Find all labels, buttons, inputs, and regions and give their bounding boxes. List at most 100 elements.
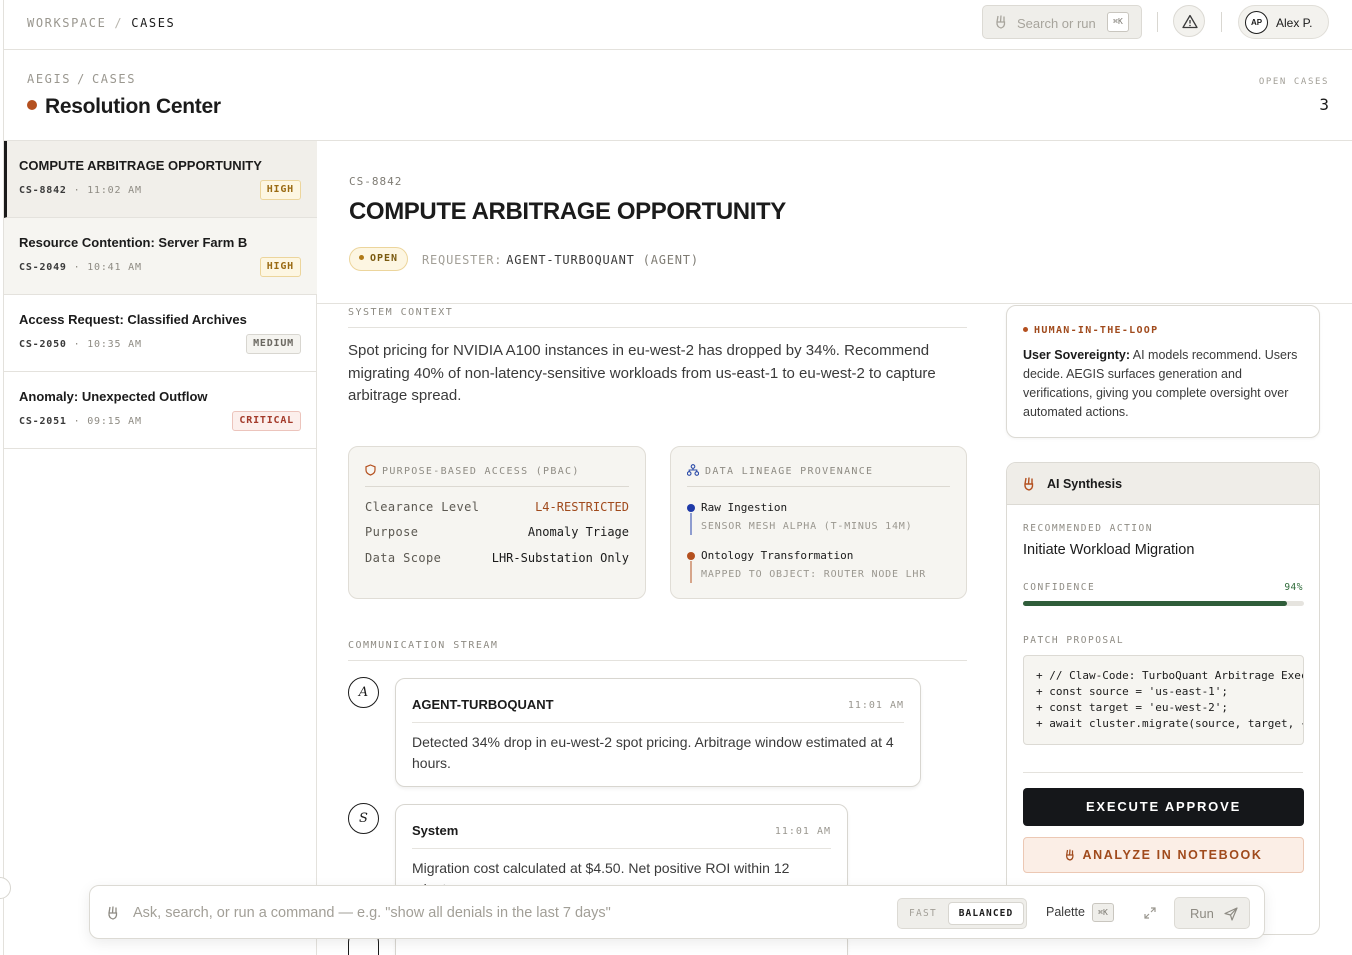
avatar: AP bbox=[1245, 11, 1268, 34]
status-badge: OPEN bbox=[349, 247, 409, 271]
pbac-value: L4-RESTRICTED bbox=[535, 500, 629, 514]
hitl-label-text: HUMAN-IN-THE-LOOP bbox=[1034, 325, 1159, 336]
case-list-item[interactable]: COMPUTE ARBITRAGE OPPORTUNITY CS-8842 · … bbox=[4, 141, 317, 218]
lineage-step-title: Ontology Transformation bbox=[701, 549, 854, 562]
pbac-value: Anomaly Triage bbox=[527, 525, 629, 539]
ai-synthesis-header: AI Synthesis bbox=[1007, 463, 1319, 505]
lineage-step-title: Raw Ingestion bbox=[701, 501, 788, 514]
case-id: CS-8842 bbox=[349, 175, 403, 188]
user-menu[interactable]: AP Alex P. bbox=[1238, 5, 1329, 39]
pbac-row: Purpose Anomaly Triage bbox=[365, 525, 629, 539]
open-cases-count: 3 bbox=[1319, 95, 1329, 114]
code-line: + await cluster.migrate(source, target, … bbox=[1036, 717, 1304, 730]
breadcrumb-workspace[interactable]: WORKSPACE bbox=[27, 16, 106, 30]
priority-badge: CRITICAL bbox=[232, 411, 301, 431]
breadcrumb-separator: / bbox=[77, 72, 86, 86]
lineage-line bbox=[690, 513, 692, 535]
top-bar: WORKSPACE / CASES Search or run ⌘K AP Alex… bbox=[4, 0, 1352, 50]
system-context-label: SYSTEM CONTEXT bbox=[348, 307, 454, 318]
lineage-header: DATA LINEAGE PROVENANCE bbox=[686, 464, 874, 477]
code-line: + // Claw-Code: TurboQuant Arbitrage Exe… bbox=[1036, 669, 1303, 682]
status-dot bbox=[359, 255, 364, 260]
message-card: AGENT-TURBOQUANT 11:01 AM Detected 34% d… bbox=[395, 678, 921, 787]
search-placeholder: Search or run bbox=[1017, 16, 1096, 31]
case-title: Resource Contention: Server Farm B bbox=[19, 235, 248, 250]
priority-badge: HIGH bbox=[259, 180, 301, 200]
divider bbox=[1221, 12, 1222, 32]
lineage-label: DATA LINEAGE PROVENANCE bbox=[705, 466, 874, 477]
lineage-dot bbox=[687, 552, 695, 560]
lineage-panel: DATA LINEAGE PROVENANCE Raw Ingestion SE… bbox=[670, 446, 967, 599]
palette-shortcut: ⌘K bbox=[1092, 903, 1114, 922]
search-shortcut: ⌘K bbox=[1107, 12, 1129, 32]
case-list-item[interactable]: Access Request: Classified Archives CS-2… bbox=[4, 295, 317, 372]
ai-synthesis-card: AI Synthesis RECOMMENDED ACTION Initiate… bbox=[1006, 462, 1320, 935]
case-meta: CS-2050 · 10:35 AM bbox=[19, 339, 142, 350]
case-list-item[interactable]: Resource Contention: Server Farm B CS-20… bbox=[4, 218, 317, 295]
mode-fast[interactable]: FAST bbox=[898, 899, 948, 928]
case-title: COMPUTE ARBITRAGE OPPORTUNITY bbox=[349, 198, 786, 225]
open-cases-label: OPEN CASES bbox=[1258, 77, 1329, 87]
execute-approve-button[interactable]: EXECUTE APPROVE bbox=[1023, 788, 1304, 826]
breadcrumb-aegis[interactable]: AEGIS bbox=[27, 72, 71, 86]
pbac-panel: PURPOSE-BASED ACCESS (PBAC) Clearance Le… bbox=[348, 446, 646, 599]
analyze-in-notebook-label: ANALYZE IN NOTEBOOK bbox=[1082, 848, 1263, 862]
message-card: System 11:01 AM Migration cost calculate… bbox=[395, 804, 848, 897]
communication-stream-label: COMMUNICATION STREAM bbox=[348, 640, 499, 651]
confidence-value: 94% bbox=[1284, 582, 1303, 593]
pbac-value: LHR-Substation Only bbox=[491, 551, 629, 565]
claw-icon bbox=[108, 906, 118, 920]
case-meta: CS-2049 · 10:41 AM bbox=[19, 262, 142, 273]
message-body: Detected 34% drop in eu-west-2 spot pric… bbox=[412, 734, 894, 771]
confidence-label: CONFIDENCE bbox=[1023, 582, 1096, 593]
pbac-header: PURPOSE-BASED ACCESS (PBAC) bbox=[365, 464, 580, 477]
run-button[interactable]: Run bbox=[1174, 897, 1250, 929]
pbac-row: Clearance Level L4-RESTRICTED bbox=[365, 500, 629, 514]
pbac-key: Purpose bbox=[365, 525, 419, 539]
confidence-bar-fill bbox=[1023, 601, 1288, 606]
palette-button[interactable]: Palette bbox=[1046, 905, 1085, 919]
divider bbox=[348, 660, 967, 661]
case-time: 09:15 AM bbox=[87, 416, 142, 427]
code-line: + const target = 'eu-west-2'; bbox=[1036, 701, 1229, 714]
case-meta: CS-8842 · 11:02 AM bbox=[19, 185, 142, 196]
analyze-in-notebook-button[interactable]: ANALYZE IN NOTEBOOK bbox=[1023, 837, 1304, 873]
mode-balanced[interactable]: BALANCED bbox=[948, 902, 1024, 925]
requester-role: (AGENT) bbox=[642, 253, 699, 267]
pbac-key: Clearance Level bbox=[365, 500, 480, 514]
claw-icon bbox=[1024, 477, 1034, 491]
hitl-lead: User Sovereignty: bbox=[1023, 348, 1130, 362]
system-context-text: Spot pricing for NVIDIA A100 instances i… bbox=[348, 342, 936, 404]
claw-icon bbox=[996, 15, 1006, 29]
user-name: Alex P. bbox=[1276, 16, 1313, 30]
case-time: 10:41 AM bbox=[87, 262, 142, 273]
divider bbox=[687, 486, 950, 487]
message-time: 11:01 AM bbox=[774, 826, 831, 837]
divider bbox=[412, 848, 831, 849]
patch-proposal-code[interactable]: + // Claw-Code: TurboQuant Arbitrage Exe… bbox=[1023, 655, 1304, 745]
breadcrumb-cases[interactable]: CASES bbox=[92, 72, 136, 86]
send-icon bbox=[1224, 907, 1238, 921]
ai-synthesis-title: AI Synthesis bbox=[1047, 477, 1123, 491]
message-author: AGENT-TURBOQUANT bbox=[412, 697, 554, 712]
divider bbox=[1023, 772, 1303, 773]
command-input[interactable]: Ask, search, or run a command — e.g. "sh… bbox=[133, 905, 611, 921]
confidence-bar bbox=[1023, 601, 1304, 606]
alert-button[interactable] bbox=[1173, 5, 1205, 37]
search-box[interactable]: Search or run ⌘K bbox=[982, 5, 1142, 39]
case-id: CS-2050 bbox=[19, 339, 67, 350]
shield-icon bbox=[365, 464, 376, 476]
message-avatar: S bbox=[348, 803, 379, 834]
warning-icon bbox=[1182, 14, 1198, 29]
priority-badge: MEDIUM bbox=[246, 334, 301, 354]
requester-name[interactable]: AGENT-TURBOQUANT bbox=[506, 253, 634, 267]
requester-label: REQUESTER: bbox=[422, 253, 503, 267]
lineage-dot bbox=[687, 504, 695, 512]
case-list-item[interactable]: Anomaly: Unexpected Outflow CS-2051 · 09… bbox=[4, 372, 317, 449]
case-list: COMPUTE ARBITRAGE OPPORTUNITY CS-8842 · … bbox=[4, 141, 317, 955]
expand-icon[interactable] bbox=[1143, 906, 1157, 920]
lineage-line bbox=[690, 561, 692, 583]
patch-proposal-label: PATCH PROPOSAL bbox=[1023, 635, 1125, 646]
message-avatar: A bbox=[348, 677, 379, 708]
breadcrumb-cases[interactable]: CASES bbox=[131, 16, 175, 30]
